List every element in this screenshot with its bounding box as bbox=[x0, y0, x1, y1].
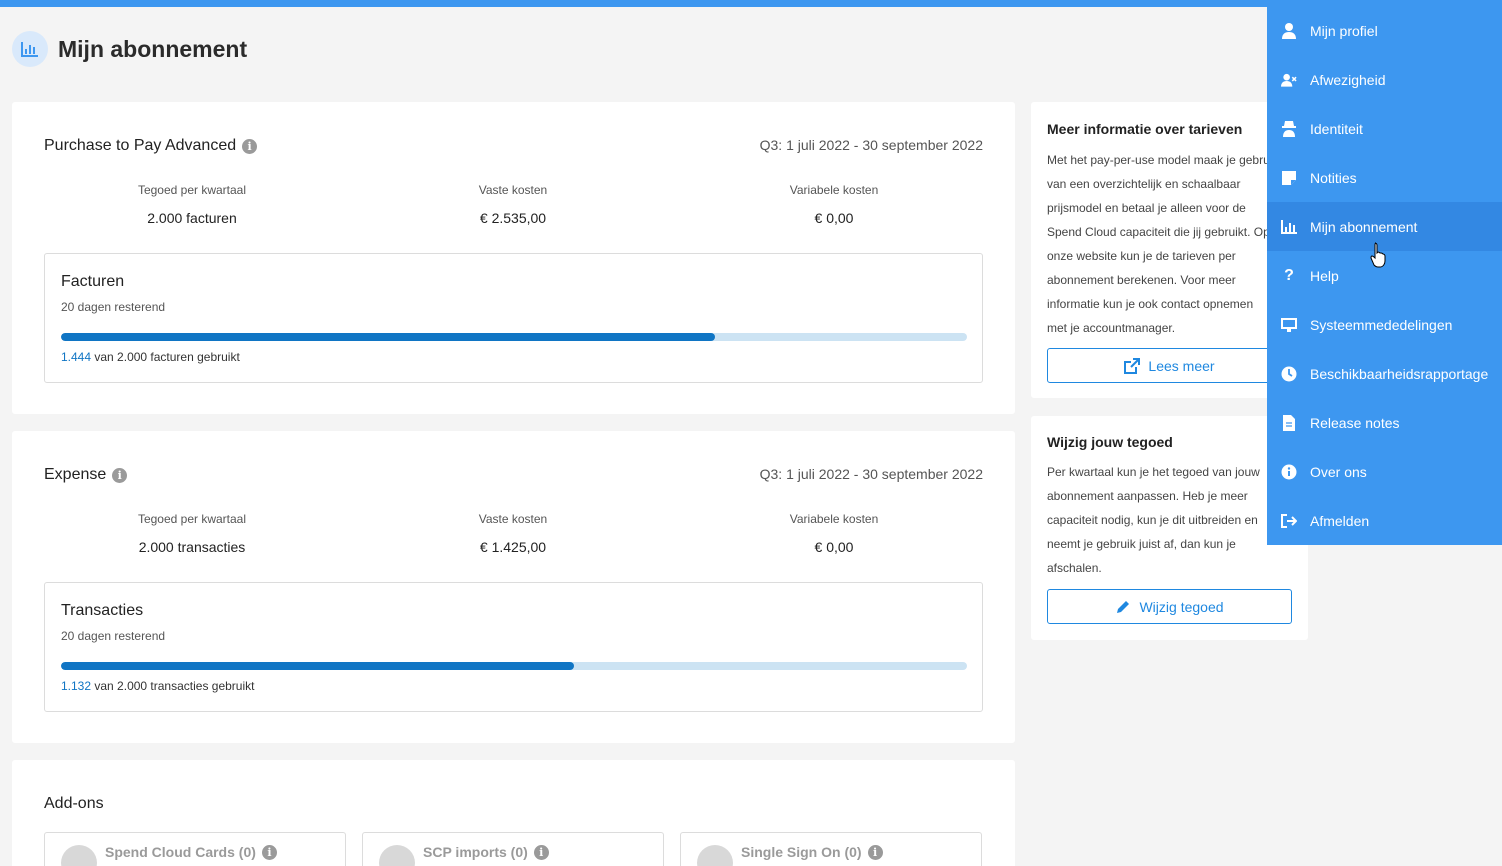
plan-card-expense: Expense i Q3: 1 juli 2022 - 30 september… bbox=[12, 431, 1015, 743]
menu-item-mijn-profiel[interactable]: Mijn profiel bbox=[1267, 6, 1502, 55]
read-more-button[interactable]: Lees meer bbox=[1047, 348, 1292, 383]
plan-period: Q3: 1 juli 2022 - 30 september 2022 bbox=[759, 466, 983, 482]
usage-used: 1.132 bbox=[61, 679, 92, 693]
usage-progress-fill bbox=[61, 662, 574, 670]
usage-count: 1.132 van 2.000 transacties gebruikt bbox=[61, 679, 254, 693]
stat-credit: Tegoed per kwartaal 2.000 transacties bbox=[137, 512, 247, 555]
usage-count: 1.444 van 2.000 facturen gebruikt bbox=[61, 350, 240, 364]
plan-title-text: Purchase to Pay Advanced bbox=[44, 137, 237, 154]
usage-total: van 2.000 facturen gebruikt bbox=[94, 350, 240, 364]
addon-scp-imports[interactable]: SCP imports (0) i bbox=[362, 832, 664, 866]
usage-box: Facturen 20 dagen resterend 1.444 van 2.… bbox=[44, 253, 983, 383]
stat-variable-costs: Variabele kosten € 0,00 bbox=[789, 512, 879, 555]
external-link-icon bbox=[1124, 357, 1141, 374]
logout-icon bbox=[1281, 513, 1297, 529]
import-icon bbox=[379, 845, 415, 866]
menu-item-notities[interactable]: Notities bbox=[1267, 153, 1502, 202]
user-away-icon bbox=[1281, 72, 1297, 88]
usage-remaining: 20 dagen resterend bbox=[61, 629, 166, 643]
spy-icon bbox=[1281, 120, 1297, 137]
pricing-info-title: Meer informatie over tarieven bbox=[1047, 121, 1243, 137]
info-icon[interactable]: i bbox=[261, 844, 277, 860]
menu-item-systeemmededelingen[interactable]: Systeemmededelingen bbox=[1267, 300, 1502, 349]
usage-progress-fill bbox=[61, 333, 716, 341]
plan-period: Q3: 1 juli 2022 - 30 september 2022 bbox=[759, 137, 983, 153]
usage-box: Transacties 20 dagen resterend 1.132 van… bbox=[44, 582, 983, 712]
change-credit-title: Wijzig jouw tegoed bbox=[1047, 434, 1173, 450]
menu-item-over-ons[interactable]: Over ons bbox=[1267, 447, 1502, 496]
addon-spend-cloud-cards[interactable]: Spend Cloud Cards (0) i bbox=[44, 832, 346, 866]
addon-single-sign-on[interactable]: Single Sign On (0) i bbox=[680, 832, 982, 866]
bar-chart-icon bbox=[1281, 219, 1297, 235]
page-title: Mijn abonnement bbox=[58, 35, 248, 62]
document-icon bbox=[1281, 414, 1297, 431]
pencil-icon bbox=[1117, 600, 1130, 613]
info-icon[interactable]: i bbox=[867, 844, 883, 860]
addons-title: Add-ons bbox=[44, 795, 104, 812]
info-icon[interactable]: i bbox=[112, 467, 128, 483]
stat-credit: Tegoed per kwartaal 2.000 facturen bbox=[137, 183, 247, 226]
question-icon: ? bbox=[1284, 266, 1294, 284]
monitor-icon bbox=[1281, 317, 1297, 333]
menu-item-release-notes[interactable]: Release notes bbox=[1267, 398, 1502, 447]
menu-item-identiteit[interactable]: Identiteit bbox=[1267, 104, 1502, 153]
note-icon bbox=[1281, 170, 1297, 186]
menu-item-beschikbaarheidsrapportage[interactable]: Beschikbaarheidsrapportage bbox=[1267, 349, 1502, 398]
usage-total: van 2.000 transacties gebruikt bbox=[94, 679, 255, 693]
menu-item-afwezigheid[interactable]: Afwezigheid bbox=[1267, 55, 1502, 104]
user-icon bbox=[1281, 22, 1297, 39]
hand-cursor-icon bbox=[1370, 242, 1386, 268]
info-icon[interactable]: i bbox=[533, 844, 549, 860]
stat-fixed-costs: Vaste kosten € 1.425,00 bbox=[478, 512, 548, 555]
stat-variable-costs: Variabele kosten € 0,00 bbox=[789, 183, 879, 226]
plan-title: Purchase to Pay Advanced i bbox=[44, 137, 258, 155]
bar-chart-icon bbox=[12, 31, 48, 67]
usage-title: Facturen bbox=[61, 273, 125, 290]
page-header: Mijn abonnement bbox=[12, 31, 247, 67]
usage-progress-bar bbox=[61, 662, 967, 670]
info-icon[interactable]: i bbox=[242, 138, 258, 154]
usage-progress-bar bbox=[61, 333, 967, 341]
clock-icon bbox=[1281, 366, 1297, 382]
plan-card-p2p: Purchase to Pay Advanced i Q3: 1 juli 20… bbox=[12, 102, 1015, 414]
usage-title: Transacties bbox=[61, 602, 144, 619]
addons-card: Add-ons Spend Cloud Cards (0) i SCP impo… bbox=[12, 760, 1015, 866]
plan-title-text: Expense bbox=[44, 466, 107, 483]
pricing-info-text: Met het pay-per-use model maak je gebrui… bbox=[1047, 153, 1279, 335]
usage-remaining: 20 dagen resterend bbox=[61, 300, 166, 314]
change-credit-text: Per kwartaal kun je het tegoed van jouw … bbox=[1047, 465, 1260, 575]
user-dropdown-menu: Mijn profiel Afwezigheid Identiteit Noti… bbox=[1267, 6, 1502, 545]
info-icon bbox=[1281, 464, 1297, 480]
plan-title: Expense i bbox=[44, 466, 128, 484]
menu-item-afmelden[interactable]: Afmelden bbox=[1267, 496, 1502, 545]
user-check-icon bbox=[697, 845, 733, 866]
card-icon bbox=[61, 845, 97, 866]
usage-used: 1.444 bbox=[61, 350, 92, 364]
change-credit-button[interactable]: Wijzig tegoed bbox=[1047, 589, 1292, 624]
stat-fixed-costs: Vaste kosten € 2.535,00 bbox=[478, 183, 548, 226]
